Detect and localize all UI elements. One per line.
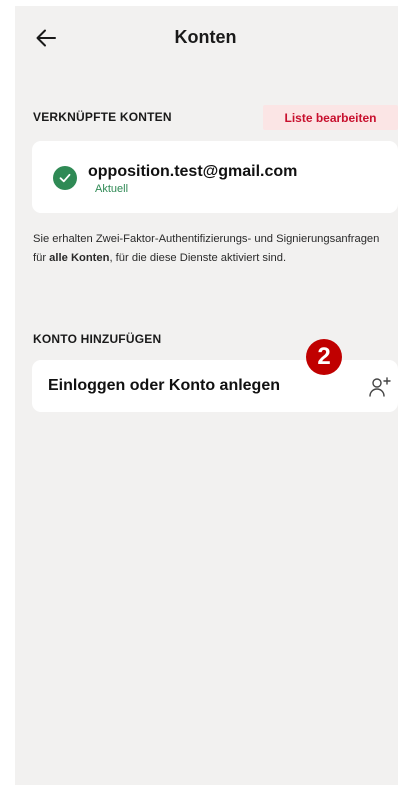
add-user-icon [369, 377, 391, 397]
linked-accounts-heading: VERKNÜPFTE KONTEN [33, 110, 172, 124]
account-email: opposition.test@gmail.com [88, 163, 298, 180]
account-card[interactable]: opposition.test@gmail.com Aktuell [32, 141, 398, 213]
check-circle-icon [53, 166, 77, 190]
page-title: Konten [174, 26, 237, 47]
info-text-part-2: , für die diese Dienste aktiviert sind. [109, 252, 287, 264]
app-header: Konten [15, 6, 398, 68]
accounts-screen: Konten VERKNÜPFTE KONTEN Liste bearbeite… [15, 6, 398, 785]
info-text: Sie erhalten Zwei-Faktor-Authentifizieru… [33, 230, 393, 268]
add-account-heading: KONTO HINZUFÜGEN [33, 332, 162, 346]
arrow-left-icon [36, 29, 56, 47]
account-status: Aktuell [95, 183, 129, 195]
back-button[interactable] [35, 27, 57, 49]
annotation-badge: 2 [306, 339, 342, 375]
login-label: Einloggen oder Konto anlegen [48, 377, 280, 394]
info-text-bold: alle Konten [49, 252, 110, 264]
edit-list-button[interactable]: Liste bearbeiten [263, 105, 398, 130]
login-or-create-button[interactable]: Einloggen oder Konto anlegen [32, 360, 398, 412]
